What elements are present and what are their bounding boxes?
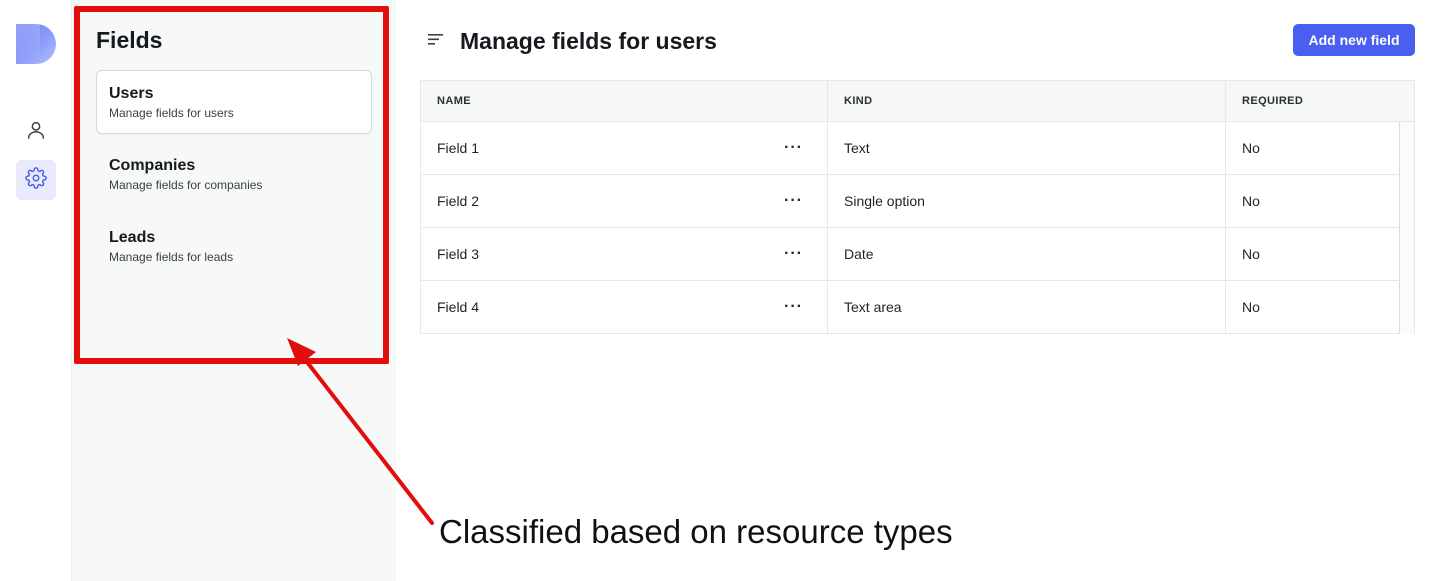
cell-kind: Single option <box>828 175 1226 227</box>
annotation-highlight-box <box>74 6 389 364</box>
more-horizontal-icon[interactable]: ··· <box>784 193 803 209</box>
icon-rail <box>0 0 72 581</box>
menu-toggle-icon[interactable] <box>428 33 444 45</box>
cell-required: No <box>1226 281 1400 333</box>
person-icon <box>25 119 47 146</box>
cell-kind: Text area <box>828 281 1226 333</box>
cell-required: No <box>1226 228 1400 280</box>
cell-kind: Text <box>828 122 1226 174</box>
table-row[interactable]: Field 1 ··· Text No <box>421 122 1414 175</box>
gear-icon <box>25 166 47 194</box>
users-nav-button[interactable] <box>16 112 56 152</box>
field-name: Field 4 <box>437 299 480 315</box>
annotation-caption: Classified based on resource types <box>439 513 953 550</box>
more-horizontal-icon[interactable]: ··· <box>784 140 803 156</box>
fields-table: NAME KIND REQUIRED Field 1 ··· Text No F… <box>420 80 1415 334</box>
cell-required: No <box>1226 175 1400 227</box>
more-horizontal-icon[interactable]: ··· <box>784 246 803 262</box>
field-name: Field 3 <box>437 246 480 262</box>
field-name: Field 1 <box>437 140 480 156</box>
page-title: Manage fields for users <box>460 28 717 54</box>
add-new-field-button[interactable]: Add new field <box>1293 24 1415 56</box>
cell-name: Field 2 ··· <box>421 175 828 227</box>
cell-required: No <box>1226 122 1400 174</box>
table-row[interactable]: Field 3 ··· Date No <box>421 228 1414 281</box>
table-scrollbar[interactable] <box>1400 122 1414 334</box>
column-header-kind[interactable]: KIND <box>828 81 1226 121</box>
table-row[interactable]: Field 2 ··· Single option No <box>421 175 1414 228</box>
settings-nav-button[interactable] <box>16 160 56 200</box>
column-header-name[interactable]: NAME <box>421 81 828 121</box>
column-header-required[interactable]: REQUIRED <box>1226 81 1414 121</box>
more-horizontal-icon[interactable]: ··· <box>784 299 803 315</box>
cell-name: Field 1 ··· <box>421 122 828 174</box>
cell-kind: Date <box>828 228 1226 280</box>
field-name: Field 2 <box>437 193 480 209</box>
cell-name: Field 4 ··· <box>421 281 828 333</box>
app-logo[interactable] <box>16 24 56 64</box>
table-header: NAME KIND REQUIRED <box>421 81 1414 122</box>
cell-name: Field 3 ··· <box>421 228 828 280</box>
table-row[interactable]: Field 4 ··· Text area No <box>421 281 1414 334</box>
